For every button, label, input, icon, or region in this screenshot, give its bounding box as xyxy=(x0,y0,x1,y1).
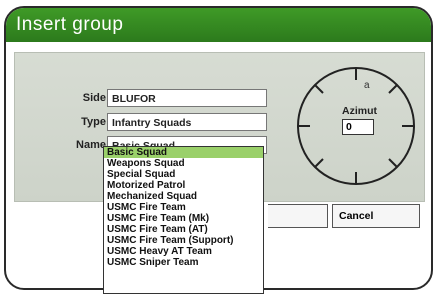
dropdown-item[interactable]: Weapons Squad xyxy=(104,158,263,169)
dropdown-item[interactable]: Special Squad xyxy=(104,169,263,180)
dropdown-item[interactable]: Basic Squad xyxy=(104,147,263,158)
group-name-dropdown-list[interactable]: Basic Squad Weapons Squad Special Squad … xyxy=(103,146,264,294)
side-field[interactable]: BLUFOR xyxy=(107,89,267,107)
dial-north-mark: a xyxy=(364,80,370,91)
cancel-button[interactable]: Cancel xyxy=(332,204,420,228)
azimuth-label: Azimut xyxy=(342,105,377,117)
dropdown-item[interactable]: USMC Fire Team (Mk) xyxy=(104,213,263,224)
dropdown-item[interactable]: USMC Fire Team (AT) xyxy=(104,224,263,235)
name-label: Name xyxy=(76,139,106,151)
dropdown-item[interactable]: USMC Fire Team xyxy=(104,202,263,213)
side-label: Side xyxy=(82,92,106,104)
dropdown-item[interactable]: Mechanized Squad xyxy=(104,191,263,202)
type-label: Type xyxy=(81,116,106,128)
dialog-title: Insert group xyxy=(6,8,431,42)
ok-button[interactable] xyxy=(268,204,328,228)
dropdown-item[interactable]: Motorized Patrol xyxy=(104,180,263,191)
dropdown-item[interactable]: USMC Sniper Team xyxy=(104,257,263,268)
type-field[interactable]: Infantry Squads xyxy=(107,113,267,131)
azimuth-input[interactable]: 0 xyxy=(342,119,374,135)
dropdown-item[interactable]: USMC Fire Team (Support) xyxy=(104,235,263,246)
dropdown-item[interactable]: USMC Heavy AT Team xyxy=(104,246,263,257)
